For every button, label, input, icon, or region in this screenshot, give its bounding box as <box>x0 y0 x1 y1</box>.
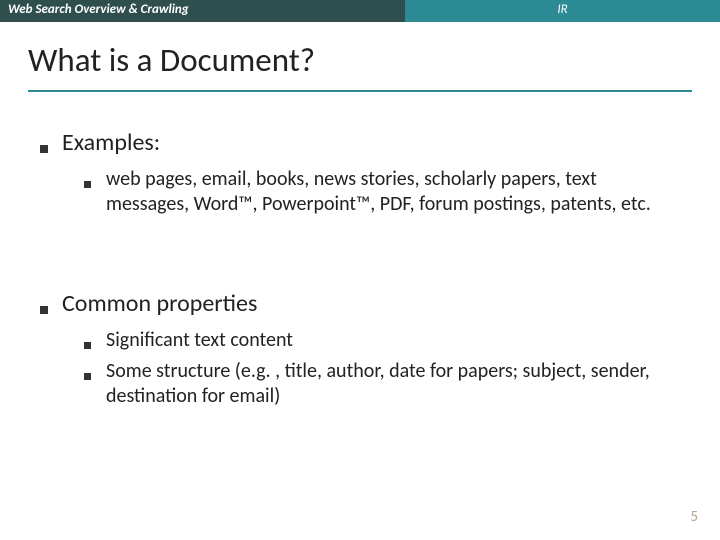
square-bullet-icon <box>84 167 106 217</box>
header-bar: Web Search Overview & Crawling IR <box>0 0 720 22</box>
bullet-l2: Some structure (e.g. , title, author, da… <box>84 359 680 409</box>
slide-title: What is a Document? <box>0 22 720 86</box>
bullet-l2: web pages, email, books, news stories, s… <box>84 167 680 217</box>
bullet-text: web pages, email, books, news stories, s… <box>106 167 680 217</box>
square-bullet-icon <box>40 128 62 157</box>
slide: Web Search Overview & Crawling IR What i… <box>0 0 720 540</box>
page-number: 5 <box>690 508 698 526</box>
slide-body: Examples: web pages, email, books, news … <box>0 92 720 409</box>
bullet-text: Some structure (e.g. , title, author, da… <box>106 359 680 409</box>
bullet-text: Significant text content <box>106 328 293 353</box>
bullet-l1: Examples: <box>40 128 680 157</box>
square-bullet-icon <box>40 289 62 318</box>
bullet-text: Examples: <box>62 128 160 157</box>
square-bullet-icon <box>84 359 106 409</box>
header-right: IR <box>405 0 720 22</box>
bullet-text: Common properties <box>62 289 257 318</box>
bullet-l2: Significant text content <box>84 328 680 353</box>
bullet-l1: Common properties <box>40 289 680 318</box>
square-bullet-icon <box>84 328 106 353</box>
header-left: Web Search Overview & Crawling <box>0 0 405 22</box>
